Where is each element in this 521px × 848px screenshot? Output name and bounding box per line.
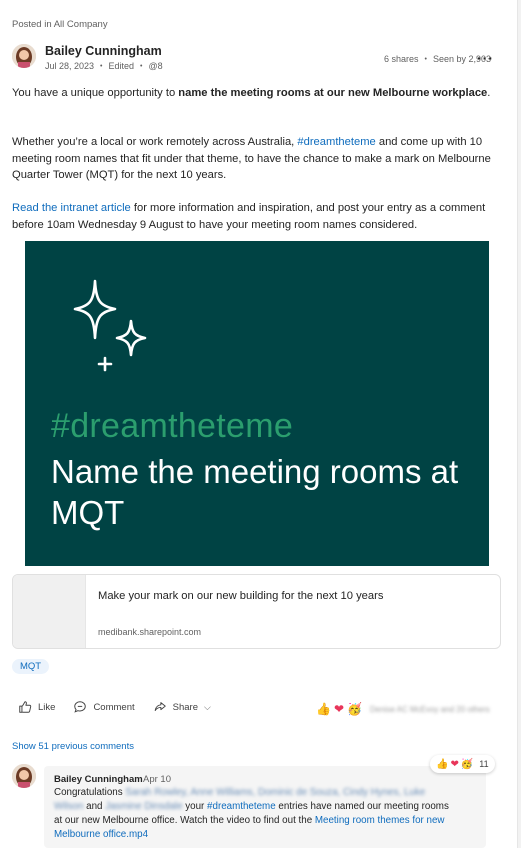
thumbs-up-icon: 👍 xyxy=(436,758,449,770)
scrollbar[interactable] xyxy=(517,0,521,848)
show-previous-comments-link[interactable]: Show 51 previous comments xyxy=(12,741,134,752)
reaction-count: 11 xyxy=(479,759,489,769)
separator-dot: • xyxy=(424,55,427,63)
post-date[interactable]: Jul 28, 2023 xyxy=(45,61,94,71)
post-meta: Jul 28, 2023 • Edited • @8 xyxy=(45,61,163,71)
post-actions: Like Comment Share ⌵ xyxy=(18,700,211,714)
mentions-count[interactable]: @8 xyxy=(148,61,162,71)
topic-tag[interactable]: MQT xyxy=(12,659,50,674)
mentioned-user[interactable]: Jasmine Dinsdale xyxy=(105,801,182,812)
share-label: Share xyxy=(172,701,198,713)
link-preview-card[interactable]: Make your mark on our new building for t… xyxy=(12,574,501,649)
separator-dot: • xyxy=(100,62,103,70)
comment-text-part: your xyxy=(182,801,208,812)
post-card: Posted in All Company Bailey Cunningham … xyxy=(0,0,521,848)
comment-button[interactable]: Comment xyxy=(73,700,135,714)
hero-image[interactable]: #dreamtheteme Name the meeting rooms at … xyxy=(25,241,489,566)
paragraph-text: Whether you’re a local or work remotely … xyxy=(12,136,298,148)
intranet-article-link[interactable]: Read the intranet article xyxy=(12,202,131,214)
comment-author[interactable]: Bailey Cunningham xyxy=(54,774,143,785)
like-label: Like xyxy=(38,701,56,713)
thumbs-up-icon: 👍 xyxy=(316,702,331,716)
reactors-list[interactable]: Denise AC McEvoy and 20 others xyxy=(370,705,490,714)
celebrate-icon: 🥳 xyxy=(460,758,474,770)
comment-date[interactable]: Apr 10 xyxy=(143,774,171,785)
chevron-down-icon: ⌵ xyxy=(203,701,211,712)
paragraph-text: . xyxy=(487,87,491,99)
hashtag-link[interactable]: #dreamtheteme xyxy=(207,801,276,812)
post-paragraph-3: Read the intranet article for more infor… xyxy=(12,200,507,233)
comment-icon xyxy=(74,701,87,713)
shares-count[interactable]: 6 shares xyxy=(384,54,419,64)
link-preview-title: Make your mark on our new building for t… xyxy=(98,590,384,602)
author-name[interactable]: Bailey Cunningham xyxy=(45,44,162,58)
hashtag-link[interactable]: #dreamtheteme xyxy=(297,136,375,148)
post-paragraph-1: You have a unique opportunity to name th… xyxy=(12,85,507,102)
comment-label: Comment xyxy=(93,701,135,713)
comment-text-part: Congratulations xyxy=(54,787,126,798)
heart-icon: ❤ xyxy=(450,758,459,770)
hero-hashtag: #dreamtheteme xyxy=(51,407,294,445)
comment-reaction-summary[interactable]: 👍 ❤ 🥳 11 xyxy=(430,755,495,773)
paragraph-text: You have a unique opportunity to xyxy=(12,87,179,99)
sparkles-icon xyxy=(73,279,147,372)
posted-in-label: Posted in All Company xyxy=(12,19,108,30)
more-horizontal-icon[interactable]: ··· xyxy=(477,50,494,66)
link-preview-thumbnail xyxy=(13,575,86,648)
paragraph-bold-text: name the meeting rooms at our new Melbou… xyxy=(178,87,488,99)
comment-text: Congratulations Sarah Rowley, Anne Willi… xyxy=(54,786,454,842)
share-button[interactable]: Share ⌵ xyxy=(153,700,211,714)
reaction-summary[interactable]: 👍 ❤ 🥳 xyxy=(316,702,362,716)
link-preview-domain: medibank.sharepoint.com xyxy=(98,627,202,637)
heart-icon: ❤ xyxy=(333,702,345,716)
share-icon xyxy=(154,702,166,711)
like-button[interactable]: Like xyxy=(18,700,55,714)
post-stats: 6 shares • Seen by 2,903 xyxy=(384,54,491,64)
celebrate-icon: 🥳 xyxy=(347,702,362,716)
post-paragraph-2: Whether you’re a local or work remotely … xyxy=(12,134,507,184)
edited-label: Edited xyxy=(108,61,135,71)
comment-text-part: and xyxy=(83,801,106,812)
separator-dot: • xyxy=(140,62,143,70)
hero-headline: Name the meeting rooms at MQT xyxy=(51,453,459,531)
avatar[interactable] xyxy=(12,44,36,68)
avatar[interactable] xyxy=(12,764,36,788)
thumbs-up-icon xyxy=(19,701,32,713)
